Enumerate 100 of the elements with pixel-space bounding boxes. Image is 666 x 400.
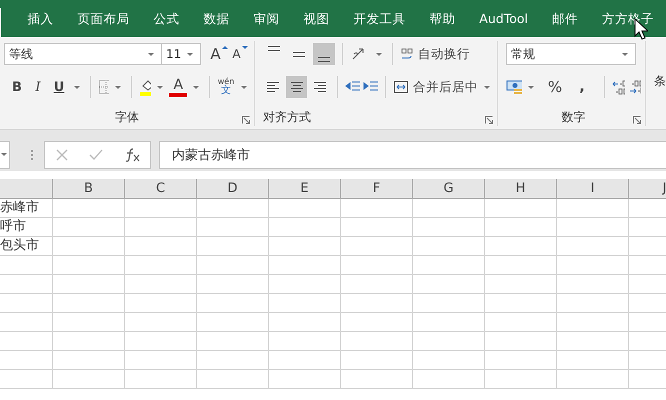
table-cell[interactable] bbox=[269, 199, 341, 218]
table-cell[interactable] bbox=[53, 199, 125, 218]
caret-icon[interactable] bbox=[241, 86, 248, 88]
formula-input-field[interactable]: 内蒙古赤峰市 bbox=[159, 140, 666, 168]
ribbon-tab[interactable]: 邮件 bbox=[540, 0, 590, 37]
dialog-launcher-icon[interactable] bbox=[242, 116, 250, 124]
table-cell[interactable] bbox=[0, 294, 53, 313]
table-cell[interactable] bbox=[341, 275, 413, 294]
table-cell[interactable] bbox=[413, 256, 485, 275]
table-cell[interactable] bbox=[53, 332, 125, 351]
vertical-align-button[interactable] bbox=[313, 43, 335, 65]
table-cell[interactable] bbox=[53, 237, 125, 256]
column-header[interactable]: E bbox=[269, 179, 341, 198]
ribbon-button-label[interactable]: 条 bbox=[654, 73, 666, 90]
font-color-button[interactable]: A bbox=[169, 77, 188, 97]
caret-icon[interactable] bbox=[74, 86, 80, 88]
name-box-edge[interactable] bbox=[0, 140, 10, 168]
table-cell[interactable] bbox=[197, 237, 269, 256]
horizontal-align-button[interactable] bbox=[286, 76, 307, 98]
italic-button[interactable]: I bbox=[29, 76, 47, 98]
font-size-dropdown[interactable]: 11 bbox=[161, 43, 201, 65]
table-cell[interactable] bbox=[341, 294, 413, 313]
table-cell[interactable] bbox=[0, 275, 53, 294]
table-cell[interactable] bbox=[341, 370, 413, 389]
table-cell[interactable] bbox=[341, 237, 413, 256]
column-header[interactable]: G bbox=[413, 179, 485, 198]
table-cell[interactable] bbox=[413, 294, 485, 313]
table-cell[interactable] bbox=[557, 256, 629, 275]
wrap-text-button[interactable]: 自动换行 bbox=[400, 46, 470, 62]
table-cell[interactable] bbox=[269, 313, 341, 332]
table-cell[interactable] bbox=[413, 351, 485, 370]
table-cell[interactable] bbox=[125, 370, 197, 389]
ribbon-tab[interactable]: 帮助 bbox=[417, 0, 468, 37]
dialog-launcher-icon[interactable] bbox=[633, 116, 641, 124]
table-cell[interactable] bbox=[269, 332, 341, 351]
ribbon-tab[interactable]: 插入 bbox=[15, 0, 66, 37]
ribbon-tab[interactable]: 审阅 bbox=[241, 0, 292, 37]
table-cell[interactable] bbox=[557, 313, 629, 332]
enter-check-icon[interactable] bbox=[88, 148, 102, 160]
table-cell[interactable] bbox=[557, 370, 629, 389]
table-cell[interactable] bbox=[53, 370, 125, 389]
table-cell[interactable] bbox=[557, 351, 629, 370]
table-cell[interactable] bbox=[485, 275, 557, 294]
table-cell[interactable] bbox=[125, 332, 197, 351]
table-cell[interactable] bbox=[557, 218, 629, 237]
table-cell[interactable] bbox=[269, 218, 341, 237]
table-cell[interactable] bbox=[485, 218, 557, 237]
table-cell[interactable] bbox=[269, 370, 341, 389]
table-cell[interactable] bbox=[485, 313, 557, 332]
table-cell[interactable] bbox=[413, 237, 485, 256]
column-header[interactable]: B bbox=[53, 179, 125, 198]
table-cell[interactable] bbox=[413, 313, 485, 332]
table-cell[interactable] bbox=[53, 313, 125, 332]
table-cell[interactable] bbox=[125, 313, 197, 332]
table-cell[interactable] bbox=[197, 256, 269, 275]
table-cell[interactable]: 呼市 bbox=[0, 218, 53, 237]
cancel-icon[interactable] bbox=[56, 148, 68, 160]
table-cell[interactable] bbox=[341, 332, 413, 351]
table-cell[interactable] bbox=[341, 218, 413, 237]
table-cell[interactable] bbox=[485, 351, 557, 370]
borders-icon[interactable] bbox=[98, 79, 109, 95]
table-cell[interactable] bbox=[125, 237, 197, 256]
table-cell[interactable] bbox=[557, 275, 629, 294]
table-cell[interactable] bbox=[269, 294, 341, 313]
table-cell[interactable] bbox=[197, 351, 269, 370]
table-cell[interactable] bbox=[0, 256, 53, 275]
table-cell[interactable] bbox=[53, 275, 125, 294]
caret-icon[interactable] bbox=[376, 52, 382, 56]
comma-style-button[interactable]: , bbox=[573, 76, 592, 98]
table-cell[interactable] bbox=[0, 313, 53, 332]
shrink-font-button[interactable]: A bbox=[231, 43, 249, 65]
decrease-decimal-icon[interactable] bbox=[628, 79, 642, 95]
caret-icon[interactable] bbox=[484, 86, 490, 88]
underline-button[interactable]: U bbox=[50, 76, 68, 98]
accounting-format-icon[interactable] bbox=[506, 79, 522, 95]
table-cell[interactable] bbox=[197, 313, 269, 332]
fill-bucket-icon[interactable] bbox=[138, 78, 152, 96]
table-cell[interactable] bbox=[125, 199, 197, 218]
table-cell[interactable] bbox=[197, 275, 269, 294]
table-cell[interactable] bbox=[413, 218, 485, 237]
column-header[interactable]: J bbox=[629, 179, 666, 198]
table-cell[interactable] bbox=[413, 332, 485, 351]
column-header[interactable]: H bbox=[485, 179, 557, 198]
ribbon-tab[interactable]: 开发工具 bbox=[341, 0, 418, 37]
grow-font-button[interactable]: A bbox=[210, 43, 228, 65]
ribbon-tab[interactable]: 公式 bbox=[141, 0, 192, 37]
table-cell[interactable]: 包头市 bbox=[0, 237, 53, 256]
table-cell[interactable] bbox=[341, 351, 413, 370]
table-cell[interactable] bbox=[413, 199, 485, 218]
font-name-dropdown[interactable]: 等线 bbox=[4, 43, 162, 65]
table-cell[interactable] bbox=[53, 351, 125, 370]
ribbon-tab[interactable]: 页面布局 bbox=[65, 0, 142, 37]
table-cell[interactable] bbox=[125, 294, 197, 313]
table-cell[interactable] bbox=[557, 332, 629, 351]
table-cell[interactable] bbox=[557, 199, 629, 218]
table-cell[interactable] bbox=[413, 370, 485, 389]
column-header[interactable]: I bbox=[557, 179, 629, 198]
table-cell[interactable] bbox=[125, 256, 197, 275]
table-cell[interactable] bbox=[557, 294, 629, 313]
increase-decimal-icon[interactable] bbox=[612, 79, 625, 95]
